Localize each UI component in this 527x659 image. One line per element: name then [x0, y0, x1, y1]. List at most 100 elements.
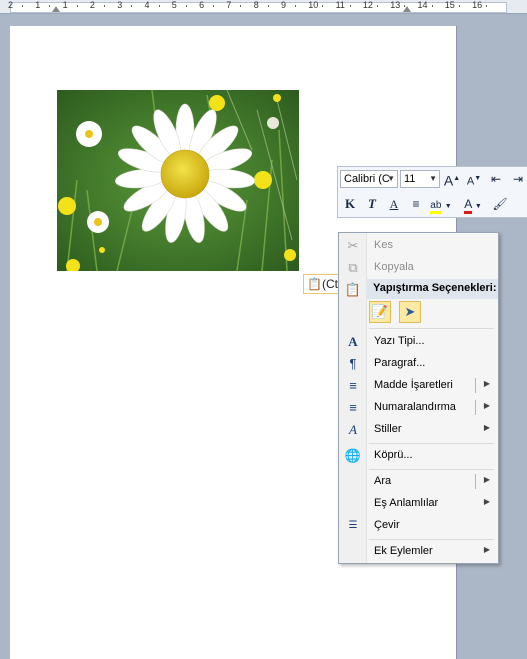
center-align-button[interactable]: ≡: [406, 194, 426, 214]
font-color-button[interactable]: A ▼: [460, 194, 486, 214]
ruler-number: 1: [35, 0, 41, 10]
left-indent-marker[interactable]: [52, 6, 60, 12]
ruler-tick: [295, 5, 296, 7]
styles-icon: A: [349, 422, 357, 437]
font-name-value: Calibri (C: [344, 173, 390, 185]
text-effects-button[interactable]: A: [384, 194, 404, 214]
paste-keep-formatting-icon: 📝: [371, 304, 389, 319]
menu-item-font[interactable]: A Yazı Tipi...: [341, 331, 496, 352]
paste-tag-label: (Ct: [321, 277, 338, 291]
ruler-number: 4: [144, 0, 150, 10]
ruler-tick: [22, 5, 23, 7]
text-effects-icon: A: [389, 197, 399, 211]
keep-source-formatting-button[interactable]: 📝: [369, 301, 391, 323]
menu-item-hyperlink[interactable]: 🌐 Köprü...: [341, 445, 496, 466]
right-indent-marker[interactable]: [403, 6, 411, 12]
menu-separator: [369, 443, 494, 444]
daisy-picture[interactable]: [57, 90, 299, 271]
ruler-number: 7: [226, 0, 232, 10]
paste-picture-icon: ➤: [404, 304, 416, 319]
chevron-down-icon: ▼: [429, 174, 437, 183]
submenu-split-divider: [475, 400, 476, 415]
submenu-split-divider: [475, 474, 476, 489]
ruler-number: 14: [417, 0, 428, 10]
ruler-number: 2: [8, 0, 14, 10]
ruler-number: 15: [444, 0, 455, 10]
chevron-right-icon: ▶: [483, 545, 490, 554]
menu-item-synonyms[interactable]: Eş Anlamlılar ▶: [341, 493, 496, 514]
decrease-indent-button[interactable]: ⇤: [486, 169, 506, 189]
menu-item-copy[interactable]: ⧉ Kopyala: [341, 257, 496, 278]
ruler-number: 8: [253, 0, 259, 10]
ruler-tick: [322, 5, 324, 7]
bold-button[interactable]: K: [340, 194, 360, 214]
paste-icon-cell: 📋: [341, 279, 363, 300]
ruler-number: 10: [308, 0, 319, 10]
font-name-box[interactable]: Calibri (C ▼: [340, 170, 398, 188]
font-icon: A: [348, 334, 358, 349]
chevron-down-icon: ▼: [474, 203, 482, 210]
paste-as-picture-button[interactable]: ➤: [399, 301, 421, 323]
context-menu: ✂ Kes ⧉ Kopyala Yapıştırma Seçenekleri: …: [338, 232, 499, 564]
menu-separator: [369, 539, 494, 540]
paste-options-header: Yapıştırma Seçenekleri:: [366, 279, 498, 299]
chevron-right-icon: ▶: [483, 423, 490, 432]
submenu-split-divider: [475, 378, 476, 393]
ruler-number: 16: [472, 0, 483, 10]
menu-item-lookup-label: Ara: [374, 475, 392, 487]
menu-item-paragraph[interactable]: ¶ Paragraf...: [341, 353, 496, 374]
menu-item-cut[interactable]: ✂ Kes: [341, 235, 496, 256]
italic-button[interactable]: T: [362, 194, 382, 214]
format-painter-button[interactable]: 🖌: [490, 194, 510, 214]
hyperlink-globe-icon: 🌐: [344, 448, 362, 463]
numbered-list-icon: ≡: [349, 400, 357, 415]
horizontal-ruler[interactable]: 2 1 1 2 3 4 5 6 7 8 9 10 11 12 13 14 15 16: [0, 0, 527, 14]
ruler-tick: [240, 5, 242, 7]
ruler-number: 5: [171, 0, 177, 10]
ruler-number: 13: [390, 0, 401, 10]
chevron-right-icon[interactable]: ▶: [484, 379, 490, 388]
increase-indent-icon: ⇥: [512, 172, 524, 186]
ruler-tick: [267, 5, 269, 7]
chevron-right-icon[interactable]: ▶: [484, 475, 490, 484]
ruler-tick: [431, 5, 433, 7]
increase-indent-button[interactable]: ⇥: [508, 169, 527, 189]
ruler-tick: [158, 5, 160, 7]
menu-item-translate-label: Çevir: [374, 519, 400, 531]
menu-item-paragraph-label: Paragraf...: [374, 357, 426, 369]
ruler-tick: [458, 5, 460, 7]
font-color-icon: A: [464, 197, 472, 214]
menu-separator: [369, 469, 494, 470]
chevron-right-icon: ▶: [483, 497, 490, 506]
menu-item-lookup[interactable]: Ara ▶: [341, 471, 496, 492]
bold-icon: K: [344, 196, 356, 211]
chevron-down-icon: ▼: [387, 174, 395, 183]
ruler-tick: [486, 5, 488, 7]
font-size-box[interactable]: 11 ▼: [400, 170, 440, 188]
ruler-number: 12: [362, 0, 373, 10]
menu-item-additional-actions[interactable]: Ek Eylemler ▶: [341, 541, 496, 562]
ruler-tick: [49, 5, 51, 7]
menu-item-styles[interactable]: A Stiller ▶: [341, 419, 496, 440]
menu-item-translate[interactable]: ☰ Çevir: [341, 515, 496, 536]
ruler-number: 11: [335, 0, 345, 10]
ruler-number: 1: [62, 0, 68, 10]
menu-item-numbering[interactable]: ≡ Numaralandırma ▶: [341, 397, 496, 418]
clipboard-icon: 📋: [307, 277, 322, 291]
highlight-icon: ab: [430, 200, 442, 214]
grow-font-icon: A: [443, 172, 454, 189]
translate-icon: ☰: [348, 520, 358, 531]
ruler-tick: [213, 5, 215, 7]
ruler-tick: [349, 5, 351, 7]
decrease-indent-icon: ⇤: [490, 172, 502, 186]
format-painter-icon: 🖌: [492, 197, 508, 211]
chevron-right-icon[interactable]: ▶: [484, 401, 490, 410]
paragraph-icon: ¶: [349, 356, 357, 371]
menu-item-numbering-label: Numaralandırma: [374, 401, 456, 413]
paste-options-header-label: Yapıştırma Seçenekleri:: [373, 282, 497, 294]
shrink-font-button[interactable]: A▼: [464, 169, 484, 189]
highlight-button[interactable]: ab ▼: [428, 194, 454, 214]
grow-font-button[interactable]: A▲: [442, 169, 462, 189]
menu-item-bullets[interactable]: ≡ Madde İşaretleri ▶: [341, 375, 496, 396]
mini-toolbar: Calibri (C ▼ 11 ▼ A▲ A▼ ⇤ ⇥ K T A ≡ ab ▼…: [337, 166, 527, 218]
